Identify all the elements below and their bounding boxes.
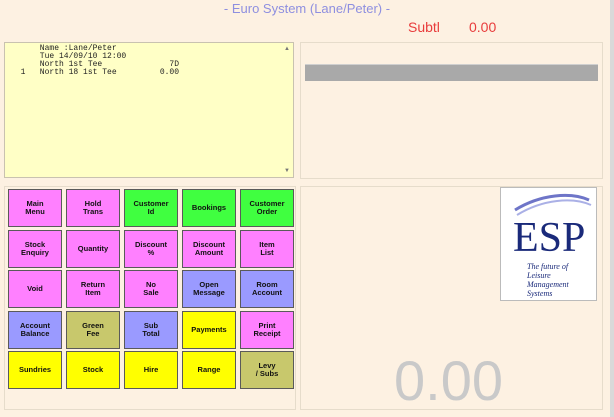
key-item-list-button[interactable]: Item List (240, 229, 294, 268)
scroll-up-arrow-icon[interactable]: ▲ (283, 45, 291, 53)
key-account-balance-button[interactable]: Account Balance (8, 310, 62, 349)
key-main-menu-button[interactable]: Main Menu (8, 189, 62, 227)
window-border (610, 0, 614, 417)
info-panel (300, 42, 603, 179)
subtotal-label: Subtl (408, 19, 440, 35)
key-payments-button[interactable]: Payments (182, 310, 236, 349)
key-print-receipt-button[interactable]: Print Receipt (240, 310, 294, 349)
key-stock-button[interactable]: Stock (66, 351, 120, 389)
key-green-fee-button[interactable]: Green Fee (66, 310, 120, 349)
receipt-text: Name :Lane/Peter Tue 14/09/10 12:00 Nort… (20, 44, 180, 77)
esp-logo: ESP The future of Leisure Management Sys… (500, 187, 597, 301)
logo-tagline: The future of Leisure Management Systems (527, 262, 569, 298)
key-sundries-button[interactable]: Sundries (8, 351, 62, 389)
key-discount-button[interactable]: Discount % (124, 229, 178, 268)
key-sub-total-button[interactable]: Sub Total (124, 310, 178, 349)
key-hire-button[interactable]: Hire (124, 351, 178, 389)
total-display: 0.00 (394, 349, 503, 412)
key-no-sale-button[interactable]: No Sale (124, 270, 178, 308)
logo-text: ESP (513, 215, 585, 261)
key-customer-order-button[interactable]: Customer Order (240, 189, 294, 227)
function-keypad: Main Menu Hold Trans Customer Id Bookings Cu… (4, 186, 296, 410)
key-return-item-button[interactable]: Return Item (66, 270, 120, 308)
status-bar (305, 64, 598, 81)
key-customer-id-button[interactable]: Customer Id (124, 189, 178, 227)
key-stock-enquiry-button[interactable]: Stock Enquiry (8, 229, 62, 268)
key-open-message-button[interactable]: Open Message (182, 270, 236, 308)
subtotal-value: 0.00 (469, 19, 497, 35)
key-quantity-button[interactable]: Quantity (66, 229, 120, 268)
window-title: - Euro System (Lane/Peter) - (223, 1, 391, 16)
key-levy-subs-button[interactable]: Levy / Subs (240, 351, 294, 389)
key-bookings-button[interactable]: Bookings (182, 189, 236, 227)
receipt-panel[interactable]: Name :Lane/Peter Tue 14/09/10 12:00 Nort… (4, 42, 294, 178)
key-void-button[interactable]: Void (8, 270, 62, 308)
key-discount-amount-button[interactable]: Discount Amount (182, 229, 236, 268)
key-hold-trans-button[interactable]: Hold Trans (66, 189, 120, 227)
key-range-button[interactable]: Range (182, 351, 236, 389)
scroll-down-arrow-icon[interactable]: ▼ (283, 167, 291, 175)
key-room-account-button[interactable]: Room Account (240, 270, 294, 308)
